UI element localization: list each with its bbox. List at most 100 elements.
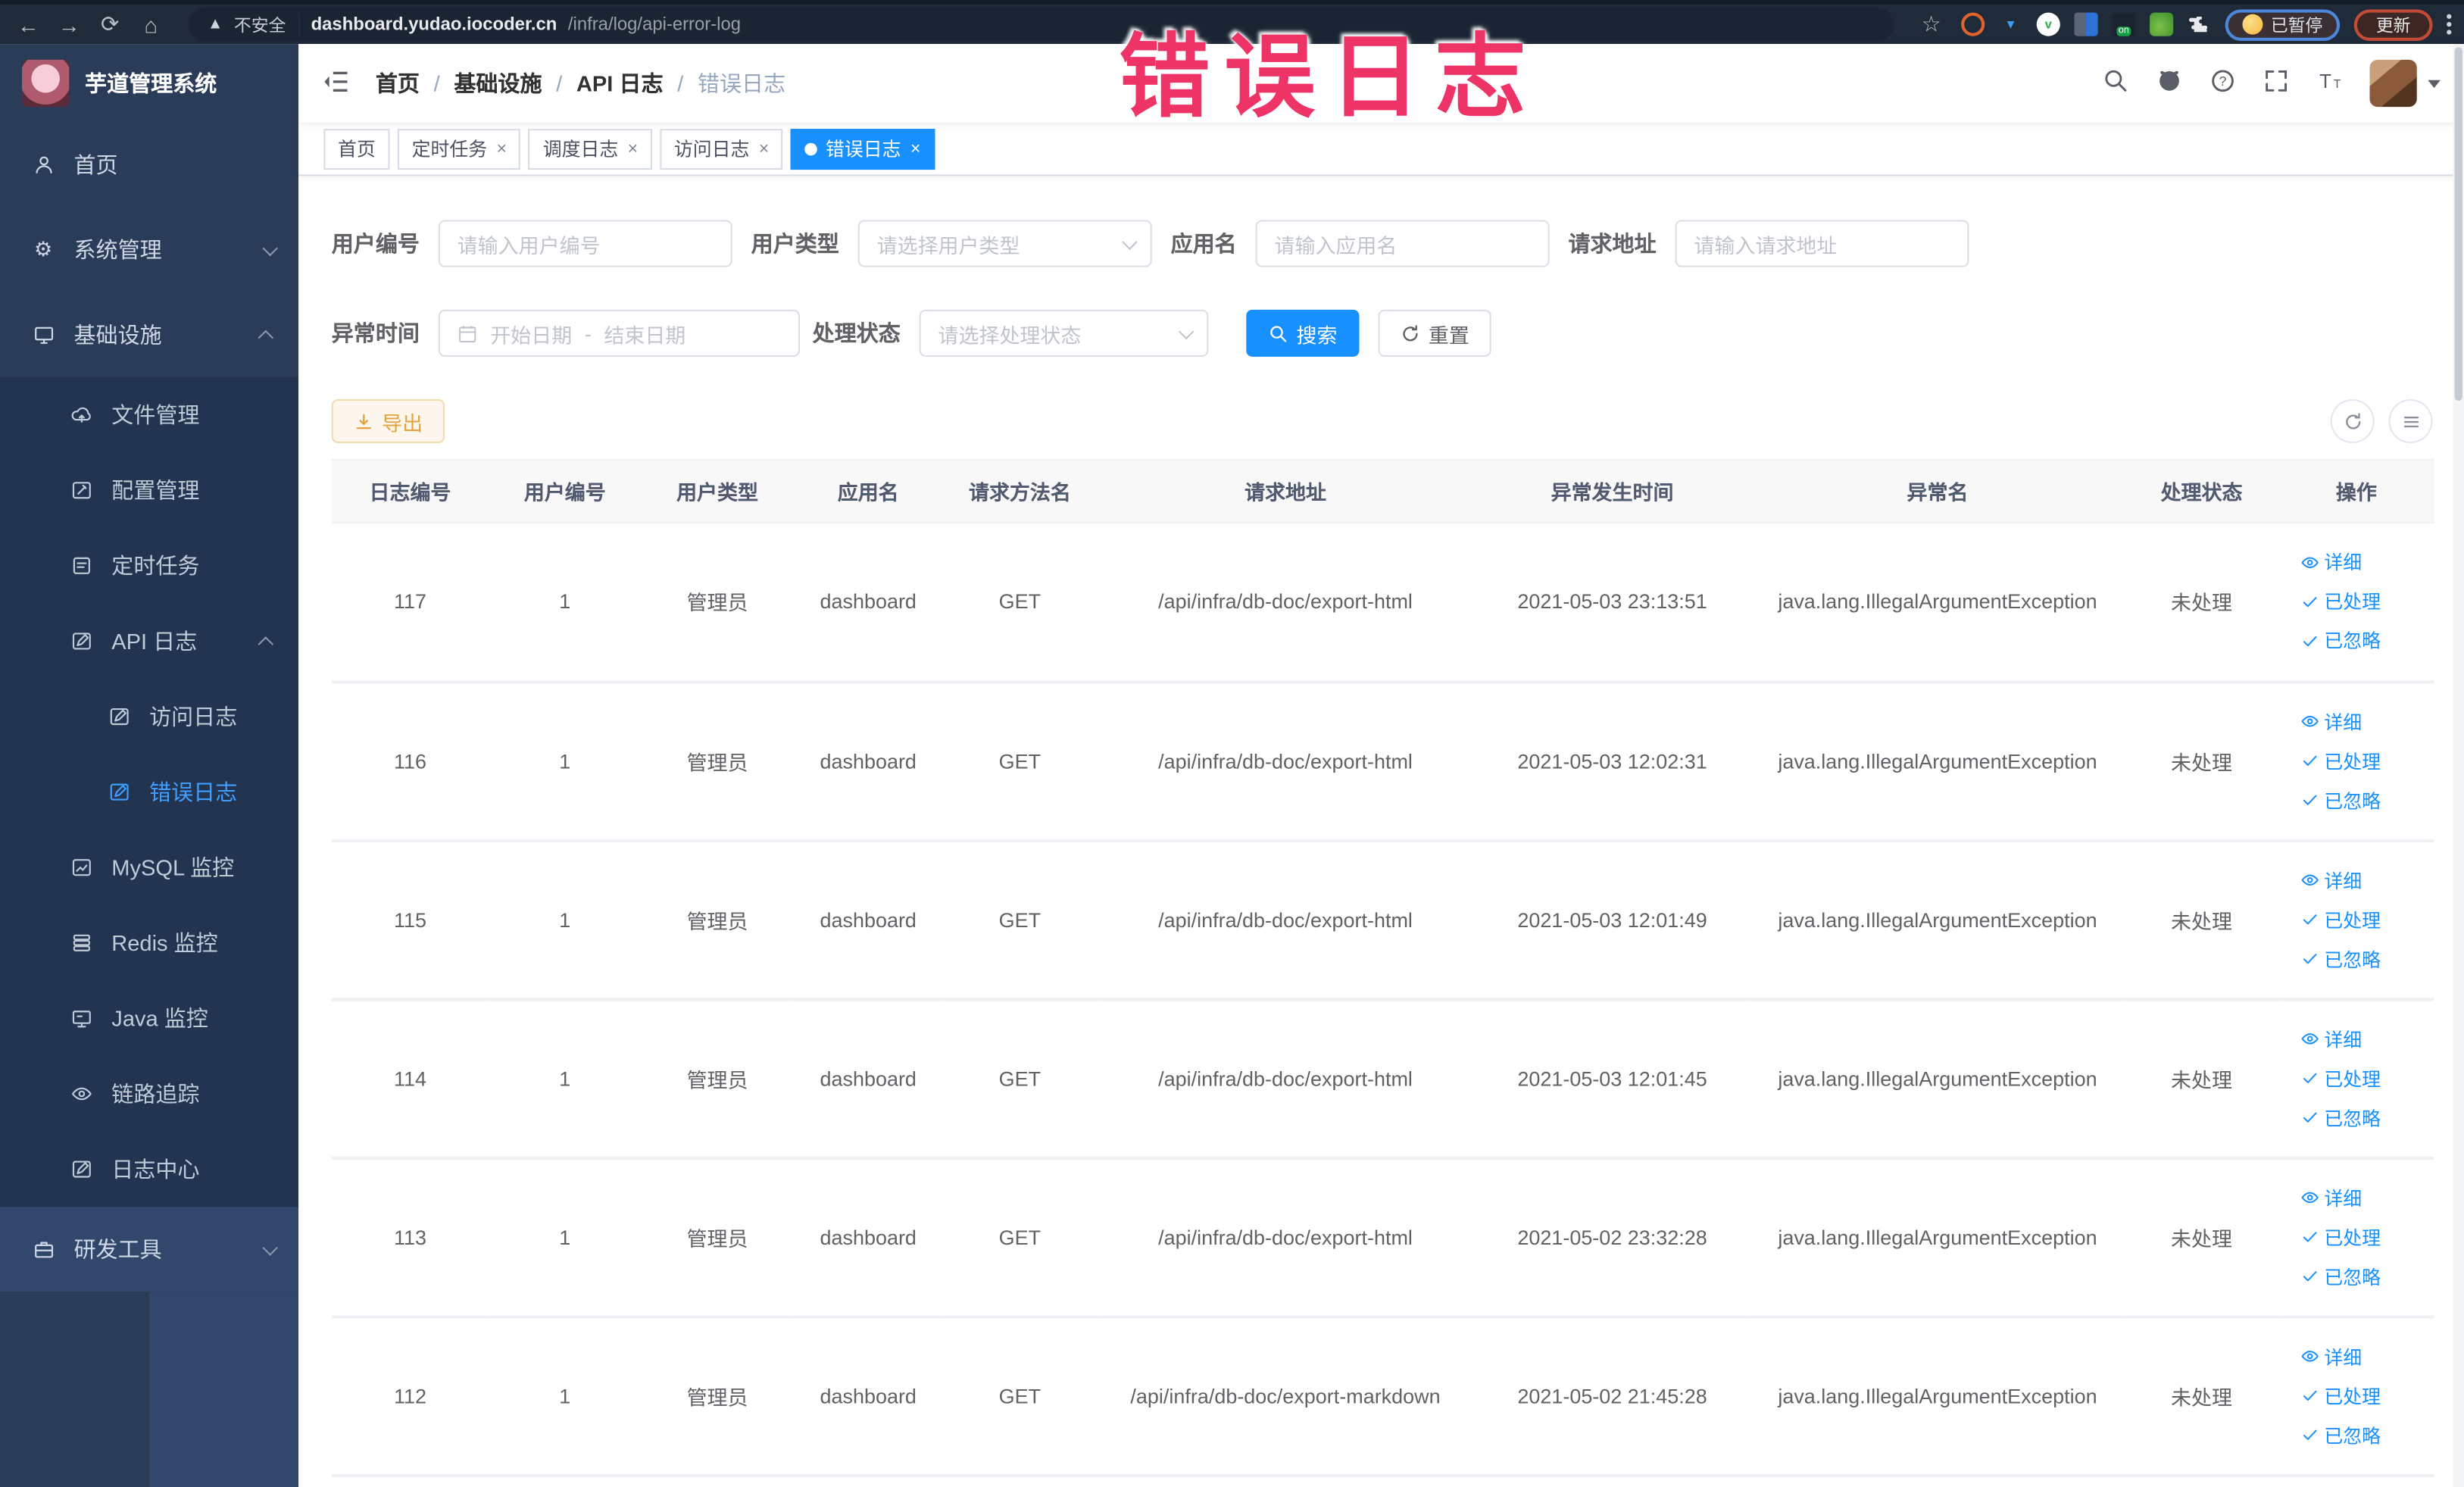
- reload-icon[interactable]: ⟳: [94, 8, 125, 39]
- font-size-icon[interactable]: TT: [2316, 67, 2343, 98]
- close-icon[interactable]: ×: [497, 139, 507, 158]
- detail-link[interactable]: 详细: [2278, 1336, 2434, 1376]
- user-type-select[interactable]: 请选择用户类型: [857, 220, 1152, 267]
- navbar-actions: ? TT: [2103, 59, 2441, 108]
- tab-job[interactable]: 定时任务 ×: [397, 128, 521, 170]
- on-badge: on: [2116, 27, 2131, 36]
- ignored-link[interactable]: 已忽略: [2278, 1415, 2434, 1454]
- browser-menu-icon[interactable]: [2447, 14, 2452, 35]
- cell-exception-name: java.lang.IllegalArgumentException: [1750, 522, 2125, 683]
- back-icon[interactable]: ←: [13, 8, 44, 39]
- close-icon[interactable]: ×: [910, 139, 920, 158]
- sidebar-item-config[interactable]: 配置管理: [0, 452, 298, 528]
- cell-request-url: /api/infra/db-doc/export-html: [1097, 522, 1474, 683]
- profile-paused-badge[interactable]: 已暂停: [2225, 8, 2341, 40]
- extension-orange-icon[interactable]: [1961, 12, 1985, 36]
- sidebar-item-mysql[interactable]: MySQL 监控: [0, 829, 298, 905]
- insecure-warning-icon: ▲: [207, 15, 223, 33]
- export-button[interactable]: 导出: [331, 398, 445, 444]
- search-button[interactable]: 搜索: [1246, 309, 1360, 357]
- bookmark-star-icon[interactable]: ☆: [1916, 8, 1947, 39]
- breadcrumb-infra[interactable]: 基础设施: [454, 67, 542, 98]
- sidebar: 芋道管理系统 首页 ⚙ 系统管理 基础设施 文件管理 配置管理 定时任务 API…: [0, 44, 299, 1487]
- address-bar[interactable]: ▲ 不安全 dashboard.yudao.iocoder.cn /infra/…: [188, 8, 1894, 41]
- extensions-area: ☆ ▼ v on 已暂停 更新: [1916, 8, 2452, 40]
- close-icon[interactable]: ×: [759, 139, 769, 158]
- sidebar-item-java[interactable]: Java 监控: [0, 981, 298, 1057]
- infra-submenu: 文件管理 配置管理 定时任务 API 日志 访问日志 错误日志 MySQL 监控…: [0, 376, 299, 1207]
- ignored-link[interactable]: 已忽略: [2278, 1257, 2434, 1296]
- tab-error-log[interactable]: 错误日志 ×: [791, 128, 935, 170]
- home-icon[interactable]: ⌂: [135, 8, 166, 39]
- sidebar-item-file[interactable]: 文件管理: [0, 377, 298, 453]
- sidebar-item-devtool[interactable]: 研发工具: [0, 1207, 299, 1292]
- detail-link[interactable]: 详细: [2278, 701, 2434, 741]
- sidebar-item-trace[interactable]: 链路追踪: [0, 1056, 298, 1132]
- process-status-select[interactable]: 请选择处理状态: [919, 309, 1209, 357]
- request-url-input[interactable]: 请输入请求地址: [1675, 220, 1969, 267]
- table-row: 113 1 管理员 dashboard GET/api/infra/db-doc/exp…: [331, 1157, 2434, 1318]
- app-name-input[interactable]: 请输入应用名: [1255, 220, 1550, 267]
- sidebar-item-system[interactable]: ⚙ 系统管理: [0, 208, 298, 292]
- detail-link[interactable]: 详细: [2278, 542, 2434, 582]
- github-icon[interactable]: [2156, 67, 2182, 98]
- sidebar-item-errorlog[interactable]: 错误日志: [0, 754, 298, 830]
- tab-access-log[interactable]: 访问日志 ×: [660, 128, 783, 170]
- sidebar-item-home[interactable]: 首页: [0, 123, 298, 208]
- extension-shield-icon[interactable]: ▼: [1999, 13, 2022, 36]
- search-icon[interactable]: [2103, 67, 2129, 98]
- puzzle-extensions-icon[interactable]: [2188, 13, 2211, 36]
- column-settings-button[interactable]: [2388, 398, 2433, 444]
- breadcrumb-home[interactable]: 首页: [376, 67, 420, 98]
- user-id-input[interactable]: 请输入用户编号: [438, 220, 732, 267]
- sidebar-item-accesslog[interactable]: 访问日志: [0, 679, 298, 754]
- table-header-row: 日志编号 用户编号 用户类型 应用名 请求方法名 请求地址 异常发生时间 异常名…: [331, 458, 2434, 523]
- processed-link[interactable]: 已处理: [2278, 1217, 2434, 1257]
- cell-user-id: 1: [489, 839, 642, 1001]
- eye-icon: [2301, 1351, 2319, 1362]
- extension-grid-icon[interactable]: [2074, 12, 2098, 36]
- detail-link[interactable]: 详细: [2278, 1178, 2434, 1217]
- cell-status: 未处理: [2124, 1316, 2279, 1477]
- detail-link[interactable]: 详细: [2278, 861, 2434, 900]
- close-icon[interactable]: ×: [628, 139, 638, 158]
- breadcrumb: 首页 / 基础设施 / API 日志 / 错误日志: [376, 67, 785, 98]
- processed-link[interactable]: 已处理: [2278, 741, 2434, 780]
- page-scrollbar[interactable]: [2453, 44, 2464, 1487]
- ignored-link[interactable]: 已忽略: [2278, 1098, 2434, 1137]
- fullscreen-icon[interactable]: [2263, 67, 2289, 98]
- sidebar-item-job[interactable]: 定时任务: [0, 528, 298, 604]
- processed-link[interactable]: 已处理: [2278, 1058, 2434, 1098]
- breadcrumb-apilog[interactable]: API 日志: [576, 67, 664, 98]
- ignored-link[interactable]: 已忽略: [2278, 780, 2434, 820]
- exception-time-range-picker[interactable]: 开始日期 - 结束日期: [438, 309, 800, 357]
- sidebar-item-redis[interactable]: Redis 监控: [0, 905, 298, 981]
- toolbox-icon: [31, 1238, 55, 1261]
- chrome-update-button[interactable]: 更新: [2353, 8, 2433, 40]
- tab-job-log[interactable]: 调度日志 ×: [529, 128, 652, 170]
- tab-home[interactable]: 首页: [323, 128, 390, 170]
- check-icon: [2303, 1271, 2317, 1282]
- processed-link[interactable]: 已处理: [2278, 582, 2434, 621]
- ignored-link[interactable]: 已忽略: [2278, 621, 2434, 661]
- cell-status: 未处理: [2124, 522, 2279, 683]
- sidebar-fold-icon[interactable]: [322, 67, 350, 100]
- sidebar-item-logcenter[interactable]: 日志中心: [0, 1132, 298, 1207]
- reset-button[interactable]: 重置: [1378, 309, 1491, 357]
- request-url-label: 请求地址: [1568, 230, 1657, 257]
- detail-link[interactable]: 详细: [2278, 1019, 2434, 1058]
- processed-link[interactable]: 已处理: [2278, 1376, 2434, 1415]
- extension-switch-icon[interactable]: on: [2112, 12, 2136, 36]
- app-logo[interactable]: 芋道管理系统: [0, 44, 298, 123]
- help-icon[interactable]: ?: [2209, 67, 2236, 98]
- extension-green-v-icon[interactable]: v: [2036, 12, 2060, 36]
- forward-icon[interactable]: →: [54, 8, 85, 39]
- sidebar-item-infra[interactable]: 基础设施: [0, 292, 298, 377]
- user-menu[interactable]: [2369, 59, 2441, 108]
- refresh-table-button[interactable]: [2330, 398, 2375, 444]
- processed-link[interactable]: 已处理: [2278, 900, 2434, 939]
- extension-leaf-icon[interactable]: [2150, 12, 2174, 36]
- ignored-link[interactable]: 已忽略: [2278, 939, 2434, 979]
- scrollbar-thumb[interactable]: [2454, 47, 2462, 401]
- sidebar-item-apilog[interactable]: API 日志: [0, 604, 298, 679]
